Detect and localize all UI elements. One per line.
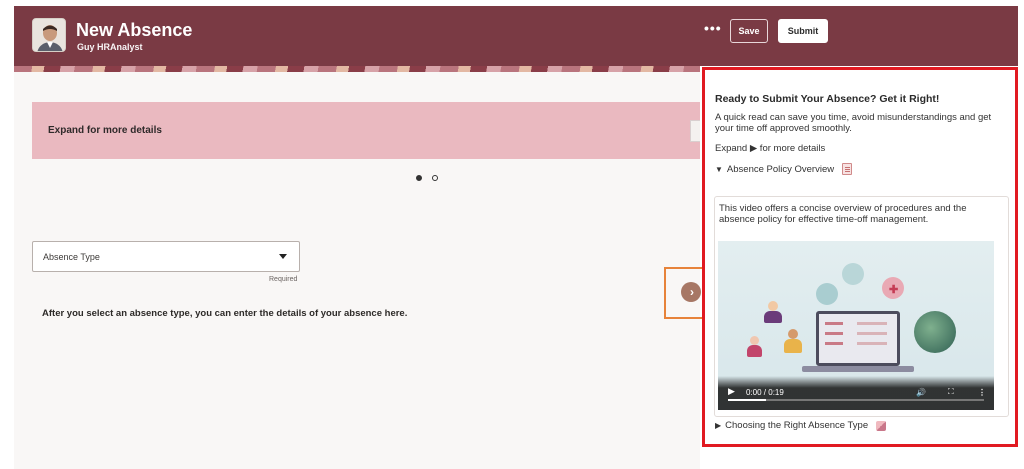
pencil-icon [876,420,887,431]
illustration-bubble [842,263,864,285]
collapse-panel-button[interactable]: › [681,282,701,302]
page: New Absence Guy HRAnalyst ••• Save Submi… [0,0,1024,469]
clipboard-icon [842,163,853,175]
chevron-down-icon [279,254,287,259]
choose-absence-type-label: Choosing the Right Absence Type [725,420,869,431]
video-card: This video offers a concise overview of … [714,196,1009,417]
banner-expand-tab[interactable] [690,120,700,142]
volume-icon[interactable]: 🔊 [916,388,926,397]
info-banner[interactable]: Expand for more details [32,102,700,159]
fullscreen-icon[interactable]: ⛶ [948,387,954,397]
guidance-panel: Ready to Submit Your Absence? Get it Rig… [702,67,1018,447]
user-name: Guy HRAnalyst [77,42,143,52]
main-content: Expand for more details Absence Type Req… [14,72,718,469]
save-button[interactable]: Save [730,19,768,43]
video-description: This video offers a concise overview of … [719,203,967,225]
person-head [750,336,759,345]
guidance-content: Ready to Submit Your Absence? Get it Rig… [715,93,1005,175]
globe-illustration [914,311,956,353]
illustration-bubble [816,283,838,305]
person-body [747,345,762,357]
person-head [768,301,778,311]
banner-text: Expand for more details [48,125,162,136]
page-title: New Absence [76,20,193,40]
plus-icon: ✚ [889,284,899,296]
video-progress-bar[interactable] [728,399,984,401]
pager-dot-1[interactable] [416,175,422,181]
policy-overview-toggle[interactable]: ▼ Absence Policy Overview [715,163,1005,175]
policy-overview-label: Absence Policy Overview [726,163,835,175]
laptop-illustration [816,311,900,366]
guidance-heading: Ready to Submit Your Absence? Get it Rig… [715,93,940,105]
avatar[interactable] [32,18,66,52]
absence-type-label: Absence Type [43,252,100,262]
person-head [788,329,798,339]
page-header: New Absence Guy HRAnalyst ••• Save Submi… [14,6,1018,66]
more-actions-button[interactable]: ••• [704,20,722,36]
play-icon[interactable]: ▶ [728,386,735,397]
expand-note: Expand ▶ for more details [715,143,826,154]
choose-absence-type-toggle[interactable]: ▶ Choosing the Right Absence Type [715,420,887,431]
laptop-row [857,332,887,335]
person-body [764,311,782,323]
absence-type-select[interactable]: Absence Type [32,241,300,272]
laptop-row [825,322,843,325]
pager-dot-2[interactable] [432,175,438,181]
person-body [784,339,802,353]
more-vertical-icon[interactable]: ⋮ [978,388,986,397]
triangle-down-icon: ▼ [715,164,723,174]
laptop-base [802,366,914,372]
laptop-row [825,332,843,335]
chevron-right-icon: › [690,285,694,299]
video-time: 0:00 / 0:19 [746,388,784,397]
laptop-row [857,322,887,325]
required-text: Required [269,276,298,283]
triangle-right-icon: ▶ [715,421,722,430]
video-progress-fill [728,399,767,401]
absence-details-hint: After you select an absence type, you ca… [42,308,408,319]
submit-button[interactable]: Submit [778,19,828,43]
laptop-row [825,342,843,345]
guidance-intro: A quick read can save you time, avoid mi… [715,112,992,134]
laptop-row [857,342,887,345]
video-player[interactable]: ✚ ▶ 0:00 / 0:19 🔊 ⛶ ⋮ [718,241,994,410]
carousel-pager [416,175,438,181]
